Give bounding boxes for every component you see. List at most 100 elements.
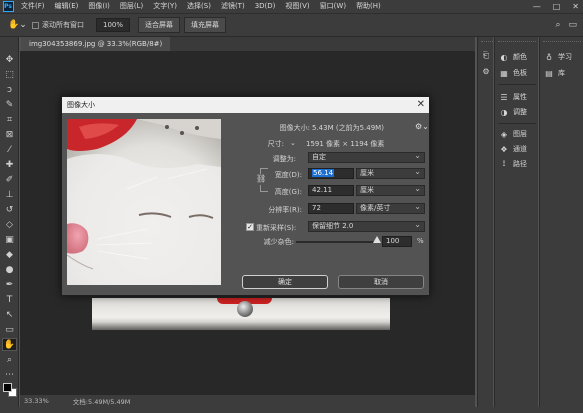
settings-gear-icon[interactable]: ⚙⌄ xyxy=(415,122,429,131)
dialog-close-icon[interactable]: ✕ xyxy=(417,97,425,113)
reduce-noise-input[interactable]: 100 xyxy=(382,236,412,247)
menu-filter[interactable]: 滤镜(T) xyxy=(216,0,250,13)
properties-toggle-icon[interactable]: ⚙ xyxy=(481,67,491,77)
document-image xyxy=(92,298,390,330)
more-tools-icon[interactable]: ⋯ xyxy=(2,368,17,381)
panel-properties-label: 属性 xyxy=(513,93,527,101)
status-zoom[interactable]: 33.33% xyxy=(24,397,49,405)
panel-paths-label: 路径 xyxy=(513,160,527,168)
menu-window[interactable]: 窗口(W) xyxy=(315,0,351,13)
link-icon[interactable]: ⛓ xyxy=(256,174,266,185)
crop-tool-icon[interactable]: ⌗ xyxy=(2,113,17,126)
reduce-noise-slider[interactable] xyxy=(296,241,378,243)
hand-tool-icon[interactable]: ✋ xyxy=(2,338,17,351)
resample-select[interactable]: 保留细节 2.0 xyxy=(308,220,425,232)
panel-adjustments-label: 调整 xyxy=(513,108,527,116)
foreground-color-swatch[interactable] xyxy=(3,383,12,392)
ok-button[interactable]: 确定 xyxy=(242,275,328,289)
lasso-tool-icon[interactable]: ↄ xyxy=(2,83,17,96)
cancel-button[interactable]: 取消 xyxy=(338,275,424,289)
panel-adjustments[interactable]: ◑ 调整 xyxy=(499,106,528,118)
resample-checkbox[interactable]: ✓ xyxy=(246,223,254,231)
fit-to-select[interactable]: 自定 xyxy=(308,151,425,163)
fit-screen-button[interactable]: 适合屏幕 xyxy=(138,17,181,33)
healing-brush-tool-icon[interactable]: ✚ xyxy=(2,158,17,171)
document-tab[interactable]: img304353869.jpg @ 33.3%(RGB/8#) xyxy=(21,37,171,51)
width-input[interactable]: 56.14 xyxy=(308,168,354,179)
rectangle-tool-icon[interactable]: ▭ xyxy=(2,323,17,336)
workspace-icon[interactable]: ▭ xyxy=(568,20,577,30)
eraser-tool-icon[interactable]: ◇ xyxy=(2,218,17,231)
dimensions-value: 1591 像素 × 1194 像素 xyxy=(306,140,385,148)
zoom-tool-icon[interactable]: ⌕ xyxy=(2,353,17,366)
brush-tool-icon[interactable]: ✐ xyxy=(2,173,17,186)
menu-3d[interactable]: 3D(D) xyxy=(250,0,281,13)
frame-tool-icon[interactable]: ⊠ xyxy=(2,128,17,141)
image-size-label: 图像大小: xyxy=(279,124,310,132)
tools-panel: ✥ ⬚ ↄ ✎ ⌗ ⊠ ⁄ ✚ ✐ ⊥ ↺ ◇ ▣ ◆ ● ✒ T ↖ ▭ ✋ … xyxy=(0,37,19,407)
dodge-tool-icon[interactable]: ● xyxy=(2,263,17,276)
resolution-input[interactable]: 72 xyxy=(308,203,354,214)
minimize-icon[interactable]: — xyxy=(533,2,541,11)
paths-icon: ⟟ xyxy=(502,159,506,168)
dimensions-dropdown-icon[interactable]: ⌄ xyxy=(290,139,296,147)
document-tab-bar: img304353869.jpg @ 33.3%(RGB/8#) xyxy=(21,37,475,51)
menu-bar: Ps 文件(F) 编辑(E) 图像(I) 图层(L) 文字(Y) 选择(S) 滤… xyxy=(0,0,583,13)
panel-channels[interactable]: ❖ 通道 xyxy=(499,143,527,155)
marquee-tool-icon[interactable]: ⬚ xyxy=(2,68,17,81)
color-icon: ◐ xyxy=(500,52,508,62)
menu-select[interactable]: 选择(S) xyxy=(182,0,216,13)
move-tool-icon[interactable]: ✥ xyxy=(2,53,17,66)
height-unit-select[interactable]: 厘米 xyxy=(356,184,425,196)
status-bar: 33.33% 文档:5.49M/5.49M xyxy=(20,395,475,407)
adjustments-icon: ◑ xyxy=(500,107,508,117)
menu-layer[interactable]: 图层(L) xyxy=(115,0,148,13)
reduce-noise-slider-thumb[interactable] xyxy=(373,236,381,243)
panel-column-narrow: ⎗ ⚙ xyxy=(477,37,519,407)
panel-properties[interactable]: ☰ 属性 xyxy=(499,91,527,103)
clone-stamp-tool-icon[interactable]: ⊥ xyxy=(2,188,17,201)
search-icon[interactable]: ⌕ xyxy=(555,20,560,30)
image-size-dialog: 图像大小 ✕ ⚙⌄ 图像大小: 5.43M (之前为5.49M) 尺寸: ⌄ 1… xyxy=(61,96,430,296)
history-icon[interactable]: ⎗ xyxy=(481,51,491,61)
scroll-all-label: 滚动所有窗口 xyxy=(42,21,84,29)
path-selection-tool-icon[interactable]: ↖ xyxy=(2,308,17,321)
status-doc-info[interactable]: 文档:5.49M/5.49M xyxy=(73,396,131,406)
scroll-all-windows-option[interactable]: 滚动所有窗口 xyxy=(32,20,84,30)
panel-layers-label: 图层 xyxy=(513,130,527,138)
menu-edit[interactable]: 编辑(E) xyxy=(50,0,84,13)
image-preview[interactable] xyxy=(67,119,221,285)
dialog-title: 图像大小 xyxy=(62,97,429,113)
menu-image[interactable]: 图像(I) xyxy=(83,0,115,13)
panel-layers[interactable]: ◈ 图层 xyxy=(499,128,527,140)
blur-tool-icon[interactable]: ◆ xyxy=(2,248,17,261)
width-unit-select[interactable]: 厘米 xyxy=(356,167,425,179)
resolution-unit-select[interactable]: 像素/英寸 xyxy=(356,202,425,214)
menu-file[interactable]: 文件(F) xyxy=(16,0,50,13)
width-label: 宽度(D): xyxy=(274,171,302,179)
scroll-all-checkbox[interactable] xyxy=(32,21,39,29)
bell-image xyxy=(237,301,253,317)
zoom-value-box[interactable]: 100% xyxy=(96,18,131,32)
height-input[interactable]: 42.11 xyxy=(308,185,354,196)
panel-libraries[interactable]: ▤ 库 xyxy=(544,67,565,79)
menu-help[interactable]: 帮助(H) xyxy=(351,0,386,13)
panel-learn[interactable]: ♁ 学习 xyxy=(544,51,572,63)
menu-view[interactable]: 视图(V) xyxy=(280,0,314,13)
panel-paths[interactable]: ⟟ 路径 xyxy=(499,158,528,170)
maximize-icon[interactable]: □ xyxy=(553,2,561,11)
pen-tool-icon[interactable]: ✒ xyxy=(2,278,17,291)
panel-swatches[interactable]: ▦ 色板 xyxy=(499,67,527,79)
hand-tool-preset-icon[interactable]: ✋⌄ xyxy=(8,20,28,32)
history-brush-tool-icon[interactable]: ↺ xyxy=(2,203,17,216)
color-swatches[interactable] xyxy=(3,383,17,397)
type-tool-icon[interactable]: T xyxy=(2,293,17,306)
panel-color[interactable]: ◐ 颜色 xyxy=(499,51,528,63)
quick-select-tool-icon[interactable]: ✎ xyxy=(2,98,17,111)
fill-screen-button[interactable]: 填充屏幕 xyxy=(184,17,227,33)
gradient-tool-icon[interactable]: ▣ xyxy=(2,233,17,246)
menu-type[interactable]: 文字(Y) xyxy=(148,0,182,13)
eyedropper-tool-icon[interactable]: ⁄ xyxy=(2,143,17,156)
close-window-icon[interactable]: ✕ xyxy=(572,2,579,11)
window-controls: — □ ✕ xyxy=(533,0,579,13)
